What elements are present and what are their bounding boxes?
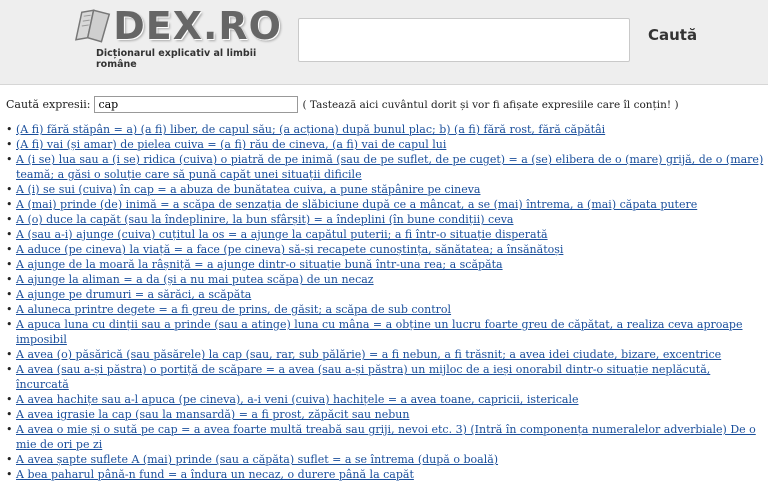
list-item: (A fi) fără stăpân = a) (a fi) liber, de…: [6, 122, 764, 137]
expression-list: (A fi) fără stăpân = a) (a fi) liber, de…: [6, 122, 764, 482]
expression-link[interactable]: A (i se) lua sau a (i se) ridica (cuiva)…: [16, 153, 763, 181]
list-item: A (mai) prinde (de) inimă = a scăpa de s…: [6, 197, 764, 212]
expression-link[interactable]: A avea șapte suflete A (mai) prinde (sau…: [16, 453, 498, 466]
expression-link[interactable]: A (mai) prinde (de) inimă = a scăpa de s…: [16, 198, 697, 211]
expression-link[interactable]: A (o) duce la capăt (sau la îndeplinire,…: [16, 213, 514, 226]
list-item: A ajunge la aliman = a da (și a nu mai p…: [6, 272, 764, 287]
filter-label: Caută expresii:: [6, 98, 91, 111]
expression-link[interactable]: A avea o mie și o sută pe cap = a avea f…: [16, 423, 756, 451]
expression-link[interactable]: A avea hachițe sau a-l apuca (pe cineva)…: [16, 393, 578, 406]
list-item: A aluneca printre degete = a fi greu de …: [6, 302, 764, 317]
list-item: A (i) se sui (cuiva) în cap = a abuza de…: [6, 182, 764, 197]
expression-link[interactable]: A ajunge de la moară la râșniță = a ajun…: [16, 258, 503, 271]
expression-link[interactable]: A avea igrasie la cap (sau la mansardă) …: [16, 408, 409, 421]
site-header: DEX.RO Dicționarul explicativ al limbii …: [0, 0, 768, 85]
expression-link[interactable]: A ajunge pe drumuri = a sărăci, a scăpăt…: [16, 288, 251, 301]
list-item: A avea o mie și o sută pe cap = a avea f…: [6, 422, 764, 452]
expression-link[interactable]: A aluneca printre degete = a fi greu de …: [16, 303, 451, 316]
expression-link[interactable]: A bea paharul până-n fund = a îndura un …: [16, 468, 414, 481]
list-item: A (sau a-i) ajunge (cuiva) cuțitul la os…: [6, 227, 764, 242]
list-item: A avea șapte suflete A (mai) prinde (sau…: [6, 452, 764, 467]
search-button[interactable]: Caută: [648, 26, 697, 44]
list-item: A bea paharul până-n fund = a îndura un …: [6, 467, 764, 482]
expression-link[interactable]: A avea (sau a-și păstra) o portiță de sc…: [16, 363, 710, 391]
expression-link[interactable]: (A fi) vai (și amar) de pielea cuiva = (…: [16, 138, 446, 151]
filter-hint: ( Tastează aici cuvântul dorit și vor fi…: [302, 98, 679, 111]
list-item: A avea hachițe sau a-l apuca (pe cineva)…: [6, 392, 764, 407]
list-item: A ajunge pe drumuri = a sărăci, a scăpăt…: [6, 287, 764, 302]
list-item: A ajunge de la moară la râșniță = a ajun…: [6, 257, 764, 272]
expression-link[interactable]: A (i) se sui (cuiva) în cap = a abuza de…: [16, 183, 480, 196]
expression-link[interactable]: A aduce (pe cineva) la viață = a face (p…: [16, 243, 563, 256]
list-item: A avea (o) păsărică (sau păsărele) la ca…: [6, 347, 764, 362]
list-item: A (i se) lua sau a (i se) ridica (cuiva)…: [6, 152, 764, 182]
expression-link[interactable]: A avea (o) păsărică (sau păsărele) la ca…: [16, 348, 721, 361]
expression-link[interactable]: A apuca luna cu dinții sau a prinde (sau…: [16, 318, 742, 346]
book-icon: [74, 9, 111, 43]
expression-search-input[interactable]: [94, 96, 299, 113]
list-item: A avea igrasie la cap (sau la mansardă) …: [6, 407, 764, 422]
expression-link[interactable]: A ajunge la aliman = a da (și a nu mai p…: [16, 273, 374, 286]
logo-row: DEX.RO: [72, 6, 282, 46]
expression-link[interactable]: (A fi) fără stăpân = a) (a fi) liber, de…: [16, 123, 605, 136]
list-item: A (o) duce la capăt (sau la îndeplinire,…: [6, 212, 764, 227]
list-item: (A fi) vai (și amar) de pielea cuiva = (…: [6, 137, 764, 152]
site-logo[interactable]: DEX.RO Dicționarul explicativ al limbii …: [72, 6, 282, 76]
expression-link[interactable]: A (sau a-i) ajunge (cuiva) cuțitul la os…: [16, 228, 548, 241]
main-search-input[interactable]: [298, 18, 630, 62]
list-item: A apuca luna cu dinții sau a prinde (sau…: [6, 317, 764, 347]
logo-subtitle: Dicționarul explicativ al limbii române: [96, 48, 257, 70]
list-item: A avea (sau a-și păstra) o portiță de sc…: [6, 362, 764, 392]
expression-filter: Caută expresii: ( Tastează aici cuvântul…: [6, 96, 679, 113]
list-item: A aduce (pe cineva) la viață = a face (p…: [6, 242, 764, 257]
logo-text: DEX.RO: [113, 4, 282, 48]
